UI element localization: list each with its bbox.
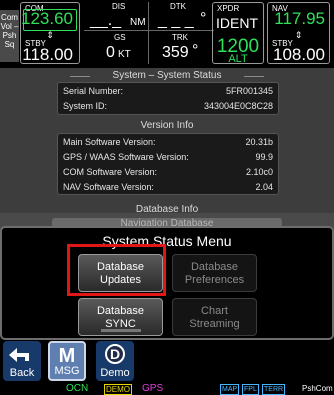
nav-standby-frequency: 108.00 (273, 45, 325, 64)
terr-indicator: TERR (262, 384, 286, 395)
top-divider (84, 30, 214, 31)
menu-title: System Status Menu (102, 233, 232, 249)
database-sync-button[interactable]: Database SYNC (78, 298, 163, 336)
com-standby-frequency: 118.00 (22, 45, 73, 64)
gs-value: 0 (106, 44, 115, 61)
gps-status: GPS (142, 383, 164, 394)
msg-button[interactable]: M MSG (48, 341, 86, 381)
map-indicator: MAP (220, 384, 240, 395)
chart-streaming-button: Chart Streaming (172, 298, 257, 336)
nav-frequency-box[interactable]: NAV 117.95 ⇕ STBY 108.00 (267, 2, 330, 64)
dtk-label: DTK (170, 2, 186, 11)
bottom-key-bar: Back M MSG D Demo (0, 340, 334, 383)
knob-label: Com Vol – Psh Sq (0, 13, 19, 49)
system-id-row: System ID: 343004E0C8C28 (63, 101, 273, 111)
top-vertical-divider (148, 2, 149, 64)
com-active-frequency: 123.60 (21, 9, 73, 28)
database-preferences-button: Database Preferences (172, 254, 257, 292)
trk-value: 359 (162, 44, 189, 61)
xpdr-label: XPDR (217, 4, 240, 13)
nav-active-frequency: 117.95 (274, 9, 325, 28)
dis-unit: NM (130, 17, 146, 28)
system-id-value: 343004E0C8C28 (203, 101, 273, 111)
serial-number-row: Serial Number: 5FR001345 (63, 86, 273, 96)
version-row: COM Software Version: 2.10c0 (63, 167, 273, 177)
heading-rule (244, 76, 264, 77)
system-status-menu: System Status Menu Database Updates Data… (0, 226, 334, 340)
back-arrow-icon (9, 348, 29, 362)
status-bar: OCN DEMO GPS MAP FPL TERR PshCom (0, 383, 334, 395)
top-bar: Com Vol – Psh Sq COM 123.60 ⇕ STBY 118.0… (0, 0, 334, 68)
trk-unit: ° (192, 42, 199, 59)
demo-icon: D (105, 344, 125, 364)
demo-status: DEMO (104, 384, 132, 395)
gs-unit: KT (118, 49, 131, 60)
nav-swap-icon[interactable]: ⇕ (292, 30, 306, 40)
msg-label: MSG (54, 365, 80, 377)
fpl-indicator: FPL (242, 384, 259, 395)
xpdr-mode: ALT (228, 53, 248, 65)
highlight-frame (67, 244, 166, 296)
version-info-heading: Version Info (140, 120, 194, 131)
trk-label: TRK (172, 33, 188, 42)
psh-com-label: PshCom (302, 384, 333, 393)
com-volume-knob-label[interactable]: Com Vol – Psh Sq (0, 10, 19, 62)
heading-rule (70, 76, 90, 77)
dis-value: __._ (90, 12, 122, 29)
identity-panel: Serial Number: 5FR001345 System ID: 3430… (57, 82, 279, 115)
system-id-label: System ID: (63, 101, 108, 111)
back-button[interactable]: Back (3, 341, 41, 381)
dtk-unit: ° (200, 10, 207, 27)
demo-label: Demo (100, 367, 130, 379)
ident-button[interactable]: IDENT (216, 15, 258, 31)
version-panel: Main Software Version: 20.31b GPS / WAAS … (57, 133, 279, 195)
dtk-value: _ _ _ (158, 12, 194, 29)
com-frequency-box[interactable]: COM 123.60 ⇕ STBY 118.00 (20, 2, 80, 64)
transponder-box[interactable]: XPDR IDENT 1200 ALT (212, 2, 264, 65)
serial-number-label: Serial Number: (63, 86, 124, 96)
gs-label: GS (114, 33, 126, 42)
version-row: NAV Software Version: 2.04 (63, 182, 273, 192)
demo-button[interactable]: D Demo (96, 341, 134, 381)
version-row: Main Software Version: 20.31b (63, 137, 273, 147)
system-status-page: System – System Status Serial Number: 5F… (0, 68, 334, 228)
serial-number-value: 5FR001345 (225, 86, 273, 96)
dis-label: DIS (112, 2, 126, 11)
version-row: GPS / WAAS Software Version: 99.9 (63, 152, 273, 162)
system-status-heading: System – System Status (0, 70, 334, 81)
sync-indicator-bar (101, 329, 141, 332)
back-label: Back (9, 367, 35, 379)
ocn-status: OCN (66, 383, 89, 394)
